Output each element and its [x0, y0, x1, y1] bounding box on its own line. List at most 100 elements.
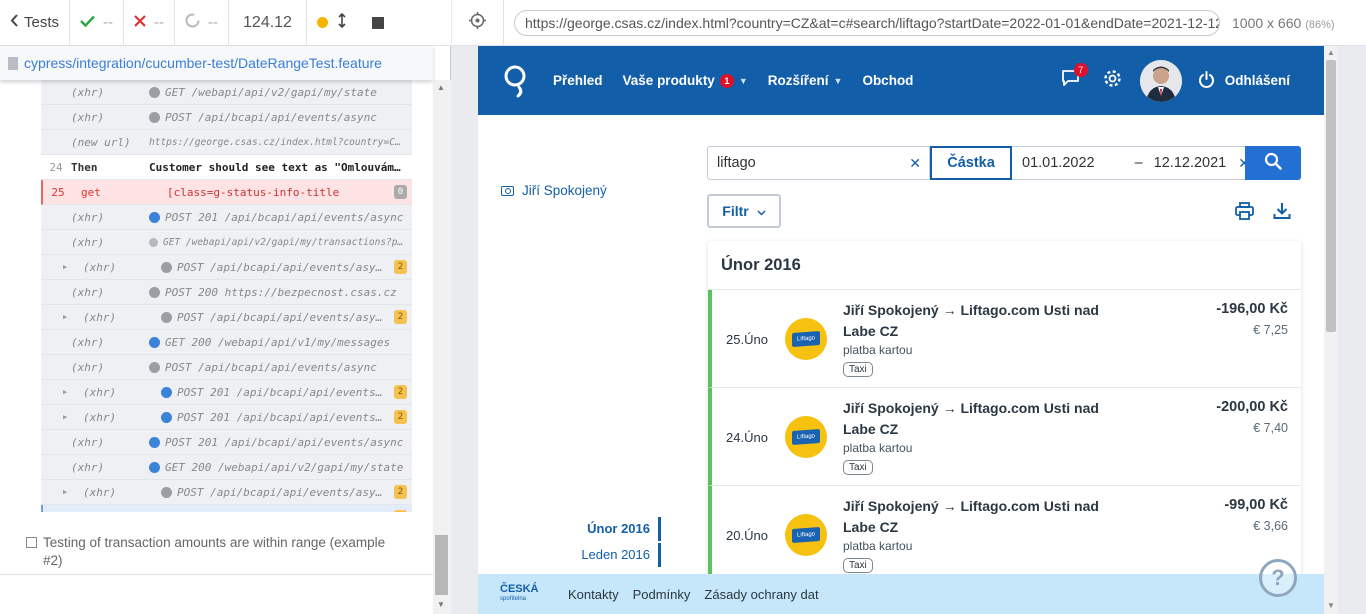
- command-log-row[interactable]: ▶ (xhr) POST /api/bcapi/api/events/async 2: [41, 305, 412, 330]
- footer-link-privacy[interactable]: Zásady ochrany dat: [704, 587, 818, 602]
- expand-arrow-icon[interactable]: ▶: [63, 263, 73, 271]
- scrollbar-thumb[interactable]: [435, 535, 448, 595]
- scrollbar-thumb[interactable]: [1326, 60, 1336, 332]
- nav-products[interactable]: Vaše produkty 1 ▼: [623, 73, 748, 88]
- clear-search-icon[interactable]: ✕: [909, 155, 921, 172]
- command-log-row[interactable]: ▶ (xhr) POST /api/bcapi/api/events/async 2: [41, 255, 412, 280]
- request-status-dot-icon: [149, 86, 160, 98]
- request-status-dot-icon: [149, 286, 160, 298]
- command-message: GET /webapi/api/v2/gapi/my/transactions?…: [149, 237, 412, 248]
- viewport-dimensions: 1000 x 660: [1232, 14, 1302, 31]
- command-log-row[interactable]: (xhr) POST 200 https://bezpecnost.csas.cz: [41, 280, 412, 305]
- date-to[interactable]: 12.12.2021: [1154, 155, 1227, 171]
- help-button[interactable]: ?: [1259, 559, 1297, 597]
- liftago-logo-icon: Liftago: [792, 527, 820, 543]
- brand-bottom: spořitelna: [500, 596, 527, 602]
- date-range-field[interactable]: 01.01.2022 – 12.12.2021 ✕: [1012, 146, 1250, 180]
- transaction-row[interactable]: 25.Úno Liftago Jiří Spokojený → Liftago.co…: [708, 290, 1301, 388]
- logout-button[interactable]: Odhlášení: [1198, 70, 1290, 91]
- transaction-type: platba kartou: [843, 343, 913, 357]
- scroll-down-arrow-icon[interactable]: ▼: [437, 600, 445, 609]
- selector-playground-button[interactable]: [452, 0, 504, 46]
- pending-test-item[interactable]: Testing of transaction amounts are withi…: [26, 534, 406, 570]
- test-status-checkbox-icon: [26, 537, 37, 548]
- footer-link-contacts[interactable]: Kontakty: [568, 587, 619, 602]
- nav-overview[interactable]: Přehled: [553, 73, 603, 88]
- command-log-row[interactable]: (xhr) GET 200 /webapi/api/v1/my/messages: [41, 330, 412, 355]
- request-status-dot-icon: [149, 336, 160, 348]
- print-button[interactable]: [1235, 202, 1254, 225]
- spec-file-link[interactable]: cypress/integration/cucumber-test/DateRa…: [0, 46, 433, 80]
- nav-extensions[interactable]: Rozšíření ▼: [768, 73, 843, 88]
- account-owner[interactable]: Jiří Spokojený: [501, 183, 607, 198]
- command-log-row[interactable]: (new url) https://george.csas.cz/index.ht…: [41, 130, 412, 155]
- george-logo-icon[interactable]: [478, 46, 552, 115]
- command-text: https://george.csas.cz/index.html?countr…: [149, 136, 406, 148]
- expand-arrow-icon[interactable]: ▶: [63, 388, 73, 396]
- transaction-row[interactable]: 20.Úno Liftago Jiří Spokojený → Liftago.co…: [708, 486, 1301, 584]
- command-log-row[interactable]: (xhr) GET 200 /webapi/api/v2/gapi/my/stat…: [41, 455, 412, 480]
- command-log-row[interactable]: (xhr) POST /api/bcapi/api/events/async: [41, 355, 412, 380]
- date-from[interactable]: 01.01.2022: [1022, 155, 1095, 171]
- transaction-row[interactable]: 24.Úno Liftago Jiří Spokojený → Liftago.co…: [708, 388, 1301, 486]
- search-input[interactable]: liftago ✕: [707, 146, 930, 180]
- amount-filter-button[interactable]: Částka: [930, 146, 1012, 180]
- command-message: GET /webapi/api/v2/gapi/my/state: [149, 86, 412, 99]
- x-icon: [134, 14, 146, 31]
- transaction-list: 25.Úno Liftago Jiří Spokojený → Liftago.co…: [708, 290, 1301, 584]
- month-nav-feb-2016[interactable]: Únor 2016: [578, 517, 661, 541]
- request-status-dot-icon: [149, 111, 160, 123]
- search-icon: [1264, 152, 1282, 175]
- command-log-row[interactable]: ▶ (xhr) POST 201 /api/bcapi/api/events/asy…: [41, 405, 412, 430]
- app-footer: ČESKÁ spořitelna Kontakty Podmínky Zásad…: [478, 574, 1324, 614]
- tests-back-button[interactable]: Tests: [0, 0, 71, 46]
- expand-arrow-icon[interactable]: ▶: [63, 313, 73, 321]
- file-icon: [8, 56, 18, 70]
- scroll-up-arrow-icon[interactable]: ▲: [437, 83, 445, 92]
- footer-link-terms[interactable]: Podmínky: [633, 587, 691, 602]
- command-log-row[interactable]: (xhr) POST /api/bcapi/api/events/async: [41, 105, 412, 130]
- transaction-date: 24.Úno: [726, 430, 768, 445]
- url-field[interactable]: https://george.csas.cz/index.html?countr…: [514, 9, 1220, 36]
- command-log-row[interactable]: 24 Then Customer should see text as "Omlou…: [41, 155, 412, 180]
- chevron-down-icon: [757, 203, 766, 219]
- filter-dropdown[interactable]: Filtr: [707, 194, 781, 228]
- user-avatar[interactable]: [1139, 59, 1182, 102]
- command-log-row[interactable]: (xhr) POST 201 /api/bcapi/api/events/asyn…: [41, 430, 412, 455]
- settings-button[interactable]: [1092, 46, 1134, 115]
- crosshair-icon: [469, 11, 486, 34]
- scroll-up-arrow-icon[interactable]: ▲: [1327, 48, 1335, 57]
- failed-value: --: [154, 14, 165, 31]
- download-button[interactable]: [1273, 202, 1291, 225]
- ceska-sporitelna-logo[interactable]: ČESKÁ spořitelna: [500, 584, 556, 604]
- command-log-row[interactable]: ▶(xhr)POST --- /api/bcapi/api/events/asy…: [41, 505, 412, 512]
- messages-button[interactable]: 7: [1050, 46, 1092, 115]
- category-tag[interactable]: Taxi: [843, 460, 873, 475]
- expand-arrow-icon[interactable]: ▶: [63, 413, 73, 421]
- request-status-dot-icon: [161, 311, 172, 323]
- command-log-row[interactable]: ▶ (xhr) POST /api/bcapi/api/events/async 2: [41, 480, 412, 505]
- nav-shop[interactable]: Obchod: [862, 73, 913, 88]
- category-tag[interactable]: Taxi: [843, 362, 873, 377]
- liftago-logo-icon: Liftago: [792, 331, 820, 347]
- app-scrollbar[interactable]: ▲ ▼: [1324, 46, 1338, 614]
- search-button[interactable]: [1245, 146, 1301, 180]
- merchant-logo: Liftago: [785, 514, 827, 556]
- autoscroll-toggle-icon[interactable]: [338, 12, 346, 32]
- expand-arrow-icon[interactable]: ▶: [63, 488, 73, 496]
- command-log-row[interactable]: (xhr) GET /webapi/api/v2/gapi/my/state: [41, 80, 412, 105]
- category-tag[interactable]: Taxi: [843, 558, 873, 573]
- count-badge: 2: [394, 385, 407, 399]
- month-nav-jan-2016[interactable]: Leden 2016: [578, 543, 661, 567]
- command-log-row[interactable]: ▶ (xhr) POST 201 /api/bcapi/api/events/asy…: [41, 380, 412, 405]
- command-log-row[interactable]: (xhr) GET /webapi/api/v2/gapi/my/transact…: [41, 230, 412, 255]
- command-log-row[interactable]: (xhr) POST 201 /api/bcapi/api/events/asyn…: [41, 205, 412, 230]
- request-status-dot-icon: [161, 486, 172, 498]
- scroll-down-arrow-icon[interactable]: ▼: [1327, 601, 1335, 610]
- request-status-dot-icon: [163, 511, 174, 512]
- george-app: Přehled Vaše produkty 1 ▼ Rozšíření ▼ Ob…: [478, 46, 1324, 614]
- command-log-scrollbar[interactable]: ▲ ▼: [433, 80, 451, 614]
- stop-icon[interactable]: [371, 16, 384, 29]
- check-icon: [80, 14, 95, 31]
- command-log-row[interactable]: 25 get [class=g-status-info-title 0: [41, 180, 412, 205]
